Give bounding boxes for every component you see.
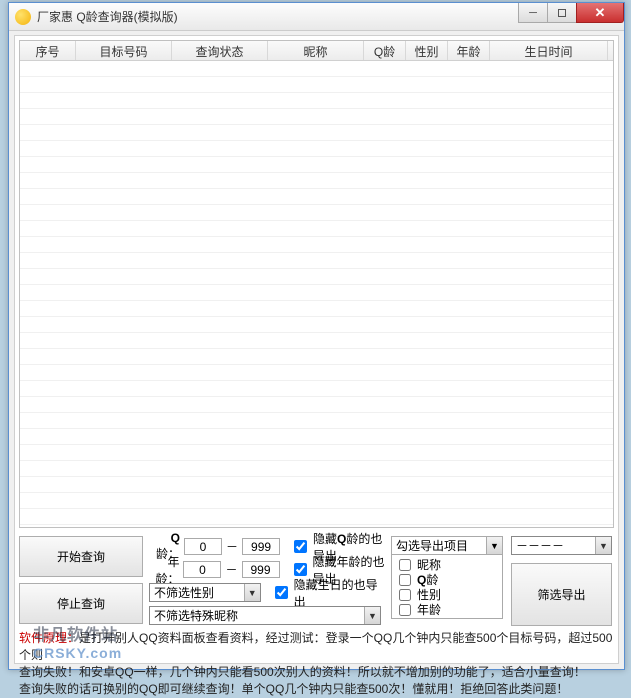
- table-row: [20, 109, 613, 125]
- table-row: [20, 253, 613, 269]
- table-row: [20, 477, 613, 493]
- close-button[interactable]: ✕: [576, 3, 624, 23]
- footer-line-2: 查询失败！和安卓QQ一样，几个钟内只能看500次别人的资料！所以就不增加别的功能…: [19, 664, 614, 681]
- client-area: 序号目标号码查询状态昵称Q龄性别年龄生日时间 开始查询 停止查询 Q龄： － 隐…: [14, 35, 619, 664]
- table-row: [20, 221, 613, 237]
- export-item-checkbox[interactable]: [399, 574, 411, 586]
- column-header[interactable]: 序号: [20, 41, 76, 60]
- hide-qage-checkbox[interactable]: [294, 540, 307, 553]
- chevron-down-icon: ▼: [595, 537, 611, 554]
- table-row: [20, 461, 613, 477]
- table-row: [20, 237, 613, 253]
- table-row: [20, 317, 613, 333]
- chevron-down-icon: ▼: [364, 607, 380, 624]
- hide-age-checkbox[interactable]: [294, 563, 307, 576]
- chevron-down-icon: ▼: [486, 537, 502, 554]
- filter-export-button[interactable]: 筛选导出: [511, 563, 612, 626]
- minimize-button[interactable]: ─: [518, 3, 548, 23]
- column-header[interactable]: 年龄: [448, 41, 490, 60]
- table-row: [20, 333, 613, 349]
- table-row: [20, 157, 613, 173]
- column-header[interactable]: 性别: [406, 41, 448, 60]
- table-row: [20, 509, 613, 525]
- table-row: [20, 349, 613, 365]
- app-window: 厂家惠 Q龄查询器(模拟版) ─ ✕ 序号目标号码查询状态昵称Q龄性别年龄生日时…: [8, 2, 625, 670]
- table-row: [20, 77, 613, 93]
- age-label: 年龄：: [149, 553, 179, 587]
- export-item[interactable]: 年龄: [395, 602, 499, 617]
- footer-line-3: 查询失败的话可换别的QQ即可继续查询！单个QQ几个钟内只能查500次！懂就用！拒…: [19, 681, 614, 698]
- table-row: [20, 93, 613, 109]
- table-row: [20, 397, 613, 413]
- table-row: [20, 493, 613, 509]
- grid-body: [20, 61, 613, 527]
- grid-header: 序号目标号码查询状态昵称Q龄性别年龄生日时间: [20, 41, 613, 61]
- start-query-button[interactable]: 开始查询: [19, 536, 143, 577]
- hide-birthday-label: 隐藏生日的也导出: [294, 576, 385, 610]
- table-row: [20, 301, 613, 317]
- controls-panel: 开始查询 停止查询 Q龄： － 隐藏Q龄的也导出 年龄： － 隐藏年龄的也导出: [19, 534, 614, 626]
- footer-line-1: 软件原理：是打开别人QQ资料面板查看资料，经过测试：登录一个QQ几个钟内只能查5…: [19, 630, 614, 664]
- table-row: [20, 269, 613, 285]
- table-row: [20, 365, 613, 381]
- qage-min-input[interactable]: [184, 538, 222, 555]
- export-item[interactable]: Q龄: [395, 572, 499, 587]
- results-grid[interactable]: 序号目标号码查询状态昵称Q龄性别年龄生日时间: [19, 40, 614, 528]
- footer-notes: 软件原理：是打开别人QQ资料面板查看资料，经过测试：登录一个QQ几个钟内只能查5…: [19, 630, 614, 698]
- export-item-checkbox[interactable]: [399, 559, 411, 571]
- app-icon: [15, 9, 31, 25]
- column-header[interactable]: 目标号码: [76, 41, 172, 60]
- nickname-filter-combo[interactable]: 不筛选特殊昵称▼: [149, 606, 381, 625]
- export-items-combo[interactable]: 勾选导出项目▼: [391, 536, 503, 555]
- window-title: 厂家惠 Q龄查询器(模拟版): [37, 8, 178, 25]
- table-row: [20, 285, 613, 301]
- table-row: [20, 381, 613, 397]
- titlebar[interactable]: 厂家惠 Q龄查询器(模拟版) ─ ✕: [9, 3, 624, 31]
- chevron-down-icon: ▼: [244, 584, 260, 601]
- export-item[interactable]: 昵称: [395, 557, 499, 572]
- table-row: [20, 173, 613, 189]
- table-row: [20, 445, 613, 461]
- maximize-button[interactable]: [547, 3, 577, 23]
- export-item[interactable]: 性别: [395, 587, 499, 602]
- table-row: [20, 429, 613, 445]
- table-row: [20, 141, 613, 157]
- column-header[interactable]: Q龄: [364, 41, 406, 60]
- table-row: [20, 205, 613, 221]
- format-combo[interactable]: －－－－▼: [511, 536, 612, 555]
- export-items-list: 昵称Q龄性别年龄: [391, 555, 503, 619]
- table-row: [20, 189, 613, 205]
- column-header[interactable]: 生日时间: [490, 41, 608, 60]
- qage-max-input[interactable]: [242, 538, 280, 555]
- column-header[interactable]: 昵称: [268, 41, 364, 60]
- export-item-checkbox[interactable]: [399, 604, 411, 616]
- table-row: [20, 125, 613, 141]
- sex-filter-combo[interactable]: 不筛选性别▼: [149, 583, 261, 602]
- stop-query-button[interactable]: 停止查询: [19, 583, 143, 624]
- hide-birthday-checkbox[interactable]: [275, 586, 288, 599]
- export-item-checkbox[interactable]: [399, 589, 411, 601]
- age-min-input[interactable]: [183, 561, 221, 578]
- column-header[interactable]: 查询状态: [172, 41, 268, 60]
- table-row: [20, 61, 613, 77]
- table-row: [20, 413, 613, 429]
